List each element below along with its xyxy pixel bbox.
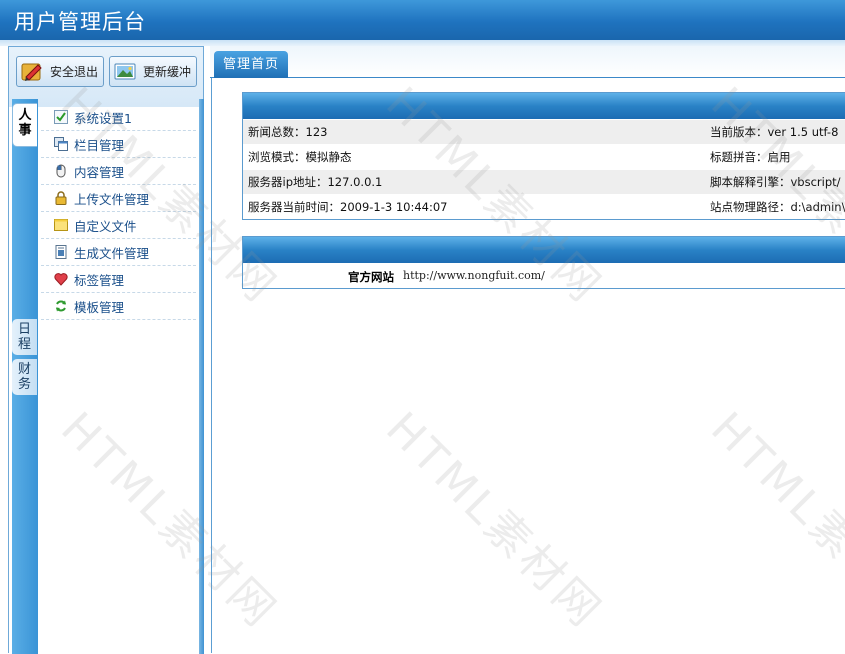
official-site-link[interactable]: http://www.nongfuit.com/ — [403, 269, 545, 282]
heart-icon — [54, 272, 68, 286]
sidebar-item-column-management[interactable]: 栏目管理 — [41, 131, 196, 158]
logout-label: 安全退出 — [50, 65, 99, 79]
official-site-label: 官方网站 — [348, 270, 394, 284]
tab-admin-home[interactable]: 管理首页 — [214, 51, 288, 78]
refresh-cache-button[interactable]: 更新缓冲 — [109, 56, 197, 87]
sidebar-item-system-settings[interactable]: 系统设置1 — [41, 104, 196, 131]
tab-finance[interactable]: 财务 — [12, 359, 37, 395]
tab-bar: 管理首页 — [210, 46, 845, 78]
server-time: 服务器当前时间：2009-1-3 10:44:07 — [248, 200, 448, 214]
app-header: 用户管理后台 — [0, 0, 845, 40]
sidebar-item-label: 上传文件管理 — [74, 191, 150, 207]
lock-icon — [54, 191, 68, 205]
info-row: 新闻总数：123 当前版本：ver 1.5 utf-8 — [243, 119, 845, 144]
logout-button[interactable]: 安全退出 — [16, 56, 104, 87]
mouse-icon — [54, 164, 68, 178]
sidebar-item-label: 栏目管理 — [74, 137, 125, 153]
tab-schedule[interactable]: 日程 — [12, 319, 37, 355]
sidebar: 安全退出 更新缓冲 人事 日程 财务 系统设置1 栏目管理 内容管理 上传文件管… — [8, 46, 204, 654]
server-ip: 服务器ip地址：127.0.0.1 — [248, 175, 383, 189]
check-icon — [54, 110, 68, 124]
browse-mode: 浏览模式：模拟静态 — [248, 150, 352, 164]
sidebar-item-template-management[interactable]: 模板管理 — [41, 293, 196, 320]
sidebar-item-label: 生成文件管理 — [74, 245, 150, 261]
script-engine: 脚本解释引擎：vbscript/ — [710, 175, 841, 189]
sidebar-item-label: 自定义文件 — [74, 218, 137, 234]
document-icon — [54, 245, 68, 259]
tab-personnel[interactable]: 人事 — [12, 103, 37, 147]
main-area: 管理首页 新闻总数：123 当前版本：ver 1.5 utf-8 浏览模式：模拟… — [210, 46, 845, 653]
site-row: 官方网站 http://www.nongfuit.com/ — [243, 263, 845, 288]
info-row: 浏览模式：模拟静态 标题拼音：启用 — [243, 144, 845, 169]
physical-path: 站点物理路径：d:\admin\ — [710, 200, 845, 214]
sidebar-item-label: 内容管理 — [74, 164, 125, 180]
sidebar-item-upload-management[interactable]: 上传文件管理 — [41, 185, 196, 212]
sidebar-item-content-management[interactable]: 内容管理 — [41, 158, 196, 185]
folder-icon — [54, 218, 68, 232]
sidebar-item-label: 系统设置1 — [74, 110, 132, 126]
sidebar-item-label: 标签管理 — [74, 272, 125, 288]
sidebar-item-label: 模板管理 — [74, 299, 125, 315]
picture-icon — [114, 62, 138, 82]
title-pinyin: 标题拼音：启用 — [710, 150, 791, 164]
info-row: 服务器当前时间：2009-1-3 10:44:07 站点物理路径：d:\admi… — [243, 194, 845, 219]
server-info-panel: 新闻总数：123 当前版本：ver 1.5 utf-8 浏览模式：模拟静态 标题… — [242, 92, 845, 220]
official-site-panel: 官方网站 http://www.nongfuit.com/ — [242, 236, 845, 289]
info-row: 服务器ip地址：127.0.0.1 脚本解释引擎：vbscript/ — [243, 169, 845, 194]
sidebar-item-generated-files[interactable]: 生成文件管理 — [41, 239, 196, 266]
sidebar-item-tag-management[interactable]: 标签管理 — [41, 266, 196, 293]
sidebar-menu: 系统设置1 栏目管理 内容管理 上传文件管理 自定义文件 生成文件管理 标签管理… — [41, 104, 196, 320]
content-frame: 新闻总数：123 当前版本：ver 1.5 utf-8 浏览模式：模拟静态 标题… — [211, 78, 845, 653]
windows-icon — [54, 137, 68, 151]
refresh-cache-label: 更新缓冲 — [143, 65, 192, 79]
pencil-icon — [21, 62, 45, 82]
panel-header — [243, 237, 845, 263]
current-version: 当前版本：ver 1.5 utf-8 — [710, 125, 839, 139]
panel-header — [243, 93, 845, 119]
sidebar-item-custom-files[interactable]: 自定义文件 — [41, 212, 196, 239]
app-title: 用户管理后台 — [14, 10, 146, 34]
news-count: 新闻总数：123 — [248, 125, 328, 139]
refresh-icon — [54, 299, 68, 313]
sidebar-splitter[interactable] — [199, 99, 204, 654]
